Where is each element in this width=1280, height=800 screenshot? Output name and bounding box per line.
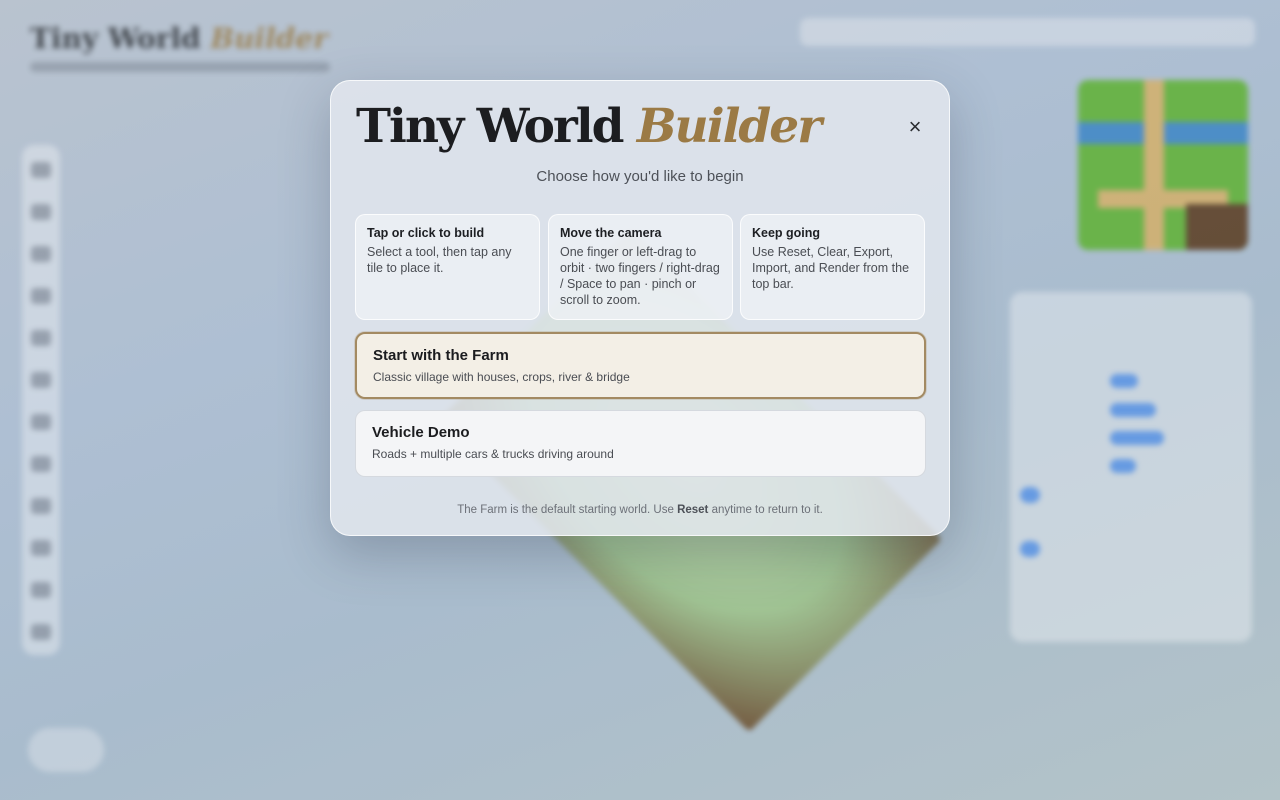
option-title: Start with the Farm [373, 347, 509, 364]
tip-body: Select a tool, then tap any tile to plac… [367, 245, 512, 275]
tip-body: Use Reset, Clear, Export, Import, and Re… [752, 245, 910, 291]
slider [1110, 431, 1164, 445]
tip-card-build: Tap or click to build Select a tool, the… [355, 214, 540, 320]
tip-card-camera: Move the camera One finger or left-drag … [548, 214, 733, 320]
dialog-title-accent: Builder [636, 99, 822, 154]
tool-button [31, 582, 51, 598]
slider [1110, 403, 1156, 417]
vehicle-demo-button[interactable]: Vehicle Demo Roads + multiple cars & tru… [355, 410, 926, 477]
slider [1110, 374, 1138, 388]
toggle [1020, 487, 1040, 503]
top-bar [800, 18, 1255, 46]
tool-button [31, 498, 51, 514]
tool-button [31, 288, 51, 304]
close-button[interactable]: × [899, 111, 931, 143]
option-description: Classic village with houses, crops, rive… [373, 370, 630, 384]
tip-body: One finger or left-drag to orbit · two f… [560, 245, 720, 307]
tool-button [31, 624, 51, 640]
dialog-title: Tiny World Builder [356, 99, 822, 154]
footer-note: The Farm is the default starting world. … [457, 504, 823, 516]
tool-button [31, 246, 51, 262]
tool-button [31, 204, 51, 220]
zoom-controls [28, 728, 104, 772]
app-subtitle-placeholder [30, 62, 330, 72]
dialog-title-main: Tiny World [356, 99, 624, 154]
app-title: Tiny World Builder [30, 22, 328, 55]
tip-card-keep-going: Keep going Use Reset, Clear, Export, Imp… [740, 214, 925, 320]
tool-button [31, 330, 51, 346]
start-farm-button[interactable]: Start with the Farm Classic village with… [355, 332, 926, 399]
welcome-dialog: Tiny World Builder × Choose how you'd li… [330, 80, 950, 536]
tool-sidebar [22, 145, 60, 655]
tool-button [31, 456, 51, 472]
dialog-subtitle: Choose how you'd like to begin [536, 168, 744, 185]
toggle [1020, 541, 1040, 557]
tip-title: Tap or click to build [367, 226, 485, 240]
tool-button [31, 372, 51, 388]
tool-button [31, 162, 51, 178]
option-description: Roads + multiple cars & trucks driving a… [372, 447, 614, 461]
tip-title: Keep going [752, 226, 821, 240]
tool-button [31, 540, 51, 556]
minimap [1078, 80, 1248, 250]
tip-title: Move the camera [560, 226, 662, 240]
slider [1110, 459, 1136, 473]
close-icon: × [908, 114, 922, 139]
tool-button [31, 414, 51, 430]
option-title: Vehicle Demo [372, 424, 470, 441]
